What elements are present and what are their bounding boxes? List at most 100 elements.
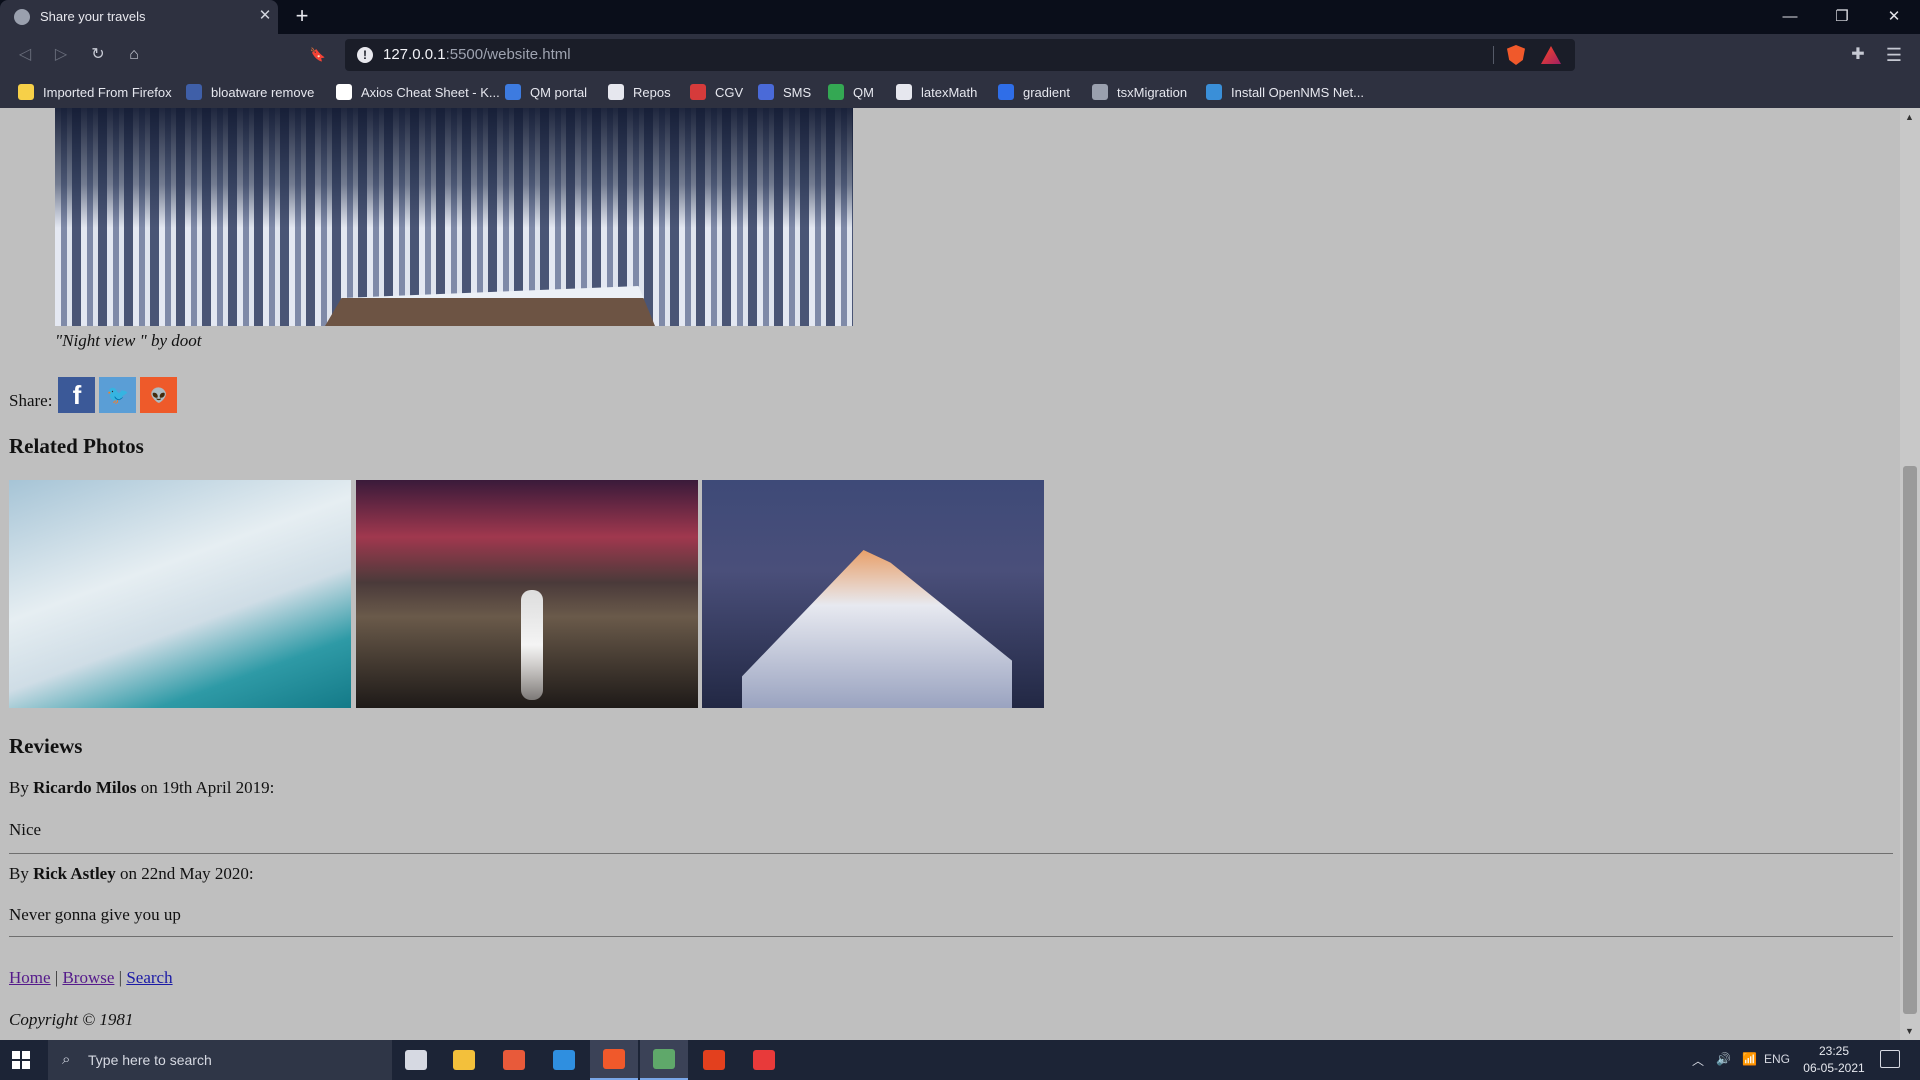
restore-button[interactable]: ❐ xyxy=(1820,4,1864,30)
taskbar-app[interactable] xyxy=(490,1040,538,1080)
reload-button[interactable]: ↻ xyxy=(86,43,110,67)
cabin-shape xyxy=(325,286,655,326)
bookmarks-bar: Imported From Firefox bloatware remove Axi… xyxy=(0,76,1920,108)
bookmark-item[interactable]: QM portal xyxy=(505,82,587,102)
bookmark-item[interactable]: gradient xyxy=(998,82,1070,102)
reddit-icon[interactable]: 👽 xyxy=(140,377,178,413)
scroll-down-arrow-icon[interactable]: ▼ xyxy=(1905,1026,1914,1036)
related-photos-heading: Related Photos xyxy=(9,434,144,458)
folder-icon xyxy=(18,84,34,100)
web-page: "Night view " by doot Share: f 🐦 👽 Relat… xyxy=(0,108,1900,1040)
taskbar-app[interactable] xyxy=(440,1040,488,1080)
app-icon xyxy=(653,1049,675,1069)
bookmark-label: CGV xyxy=(715,84,744,100)
taskbar-app[interactable] xyxy=(640,1040,688,1080)
facebook-icon[interactable]: f xyxy=(58,377,96,413)
qm-icon xyxy=(505,84,521,100)
kapeli-icon xyxy=(336,84,352,100)
search-link[interactable]: Search xyxy=(126,968,172,987)
taskbar-app[interactable] xyxy=(740,1040,788,1080)
review-prefix: By xyxy=(9,778,34,797)
cgv-icon xyxy=(690,84,706,100)
extensions-icon[interactable]: ✚ xyxy=(1846,43,1870,67)
close-window-button[interactable]: ✕ xyxy=(1872,4,1916,30)
share-label: Share: xyxy=(9,391,53,410)
back-button[interactable]: ◁ xyxy=(13,43,37,67)
taskbar-search[interactable]: ⌕ Type here to search xyxy=(48,1040,392,1080)
bookmark-label: bloatware remove xyxy=(211,84,315,100)
minimize-button[interactable]: — xyxy=(1768,4,1812,30)
url-text[interactable]: 127.0.0.1:5500/website.html xyxy=(383,46,571,63)
search-icon: ⌕ xyxy=(62,1051,71,1068)
taskbar-app[interactable] xyxy=(690,1040,738,1080)
brave-shields-icon[interactable] xyxy=(1507,45,1525,65)
home-link[interactable]: Home xyxy=(9,968,51,987)
twitter-icon[interactable]: 🐦 xyxy=(99,377,137,413)
notification-center-icon[interactable] xyxy=(1880,1050,1900,1068)
review-byline: By Rick Astley on 22nd May 2020: xyxy=(9,864,254,884)
bookmark-item[interactable]: Axios Cheat Sheet - K... xyxy=(336,82,500,102)
bookmark-item[interactable]: latexMath xyxy=(896,82,977,102)
bookmark-label: SMS xyxy=(783,84,812,100)
lifebuoy-icon xyxy=(753,1050,775,1070)
scrollbar-thumb[interactable] xyxy=(1903,466,1917,1014)
address-bar[interactable]: ! 127.0.0.1:5500/website.html xyxy=(345,39,1575,71)
new-tab-button[interactable]: + xyxy=(290,5,314,29)
taskbar-app[interactable] xyxy=(392,1040,440,1080)
bookmark-label: QM xyxy=(853,84,874,100)
photo-caption: "Night view " by doot xyxy=(55,331,202,350)
file-explorer-icon xyxy=(453,1050,475,1070)
bookmark-item[interactable]: Imported From Firefox xyxy=(18,82,172,102)
sms-icon xyxy=(758,84,774,100)
taskbar-app[interactable] xyxy=(540,1040,588,1080)
bookmark-item[interactable]: Repos xyxy=(608,82,671,102)
review-date: on 19th April 2019: xyxy=(136,778,275,797)
bookmark-item[interactable]: QM xyxy=(828,82,874,102)
menu-icon[interactable]: ☰ xyxy=(1882,43,1906,67)
url-path: :5500/website.html xyxy=(445,46,571,63)
system-clock[interactable]: 23:25 06-05-2021 xyxy=(1786,1043,1882,1077)
task-view-icon xyxy=(405,1050,427,1070)
windows-start-icon[interactable] xyxy=(12,1051,30,1069)
home-button[interactable]: ⌂ xyxy=(122,43,146,67)
review-prefix: By xyxy=(9,864,34,883)
review-author: Ricardo Milos xyxy=(33,778,137,797)
vertical-scrollbar[interactable]: ▲ ▼ xyxy=(1900,108,1920,1040)
taskbar-app[interactable] xyxy=(590,1040,638,1080)
browse-link[interactable]: Browse xyxy=(62,968,114,987)
bookmark-label: Axios Cheat Sheet - K... xyxy=(361,84,500,100)
bookmark-label: gradient xyxy=(1023,84,1070,100)
bookmark-item[interactable]: CGV xyxy=(690,82,743,102)
divider xyxy=(9,936,1893,937)
show-hidden-icons-icon[interactable]: ︿ xyxy=(1692,1052,1704,1069)
related-photo-mountain[interactable] xyxy=(702,480,1044,708)
review-date: on 22nd May 2020: xyxy=(115,864,254,883)
bookmark-item[interactable]: Install OpenNMS Net... xyxy=(1206,82,1364,102)
browser-tab[interactable]: Share your travels ✕ xyxy=(0,0,278,34)
network-icon[interactable]: 📶 xyxy=(1742,1052,1757,1066)
opennms-icon xyxy=(1206,84,1222,100)
night-view-photo xyxy=(55,108,853,326)
bookmark-label: Install OpenNMS Net... xyxy=(1231,84,1364,100)
related-photo-ice[interactable] xyxy=(9,480,351,708)
close-tab-icon[interactable]: ✕ xyxy=(256,7,274,25)
github-icon xyxy=(896,84,912,100)
vscode-icon xyxy=(553,1050,575,1070)
bookmark-page-icon[interactable]: 🔖 xyxy=(306,43,330,67)
volume-icon[interactable]: 🔊 xyxy=(1716,1052,1731,1066)
review-author: Rick Astley xyxy=(33,864,116,883)
link-icon xyxy=(1092,84,1108,100)
bookmark-item[interactable]: tsxMigration xyxy=(1092,82,1187,102)
bookmark-item[interactable]: bloatware remove xyxy=(186,82,314,102)
forward-button[interactable]: ▷ xyxy=(49,43,73,67)
review-text: Nice xyxy=(9,820,42,839)
info-icon[interactable]: ! xyxy=(357,47,373,63)
bookmark-label: QM portal xyxy=(530,84,588,100)
globe-icon xyxy=(14,9,30,25)
search-placeholder: Type here to search xyxy=(88,1052,212,1068)
scroll-up-arrow-icon[interactable]: ▲ xyxy=(1905,112,1914,122)
brave-rewards-icon[interactable] xyxy=(1541,46,1561,64)
bookmark-item[interactable]: SMS xyxy=(758,82,811,102)
waterfall-shape xyxy=(521,590,543,700)
related-photo-waterfall[interactable] xyxy=(356,480,698,708)
